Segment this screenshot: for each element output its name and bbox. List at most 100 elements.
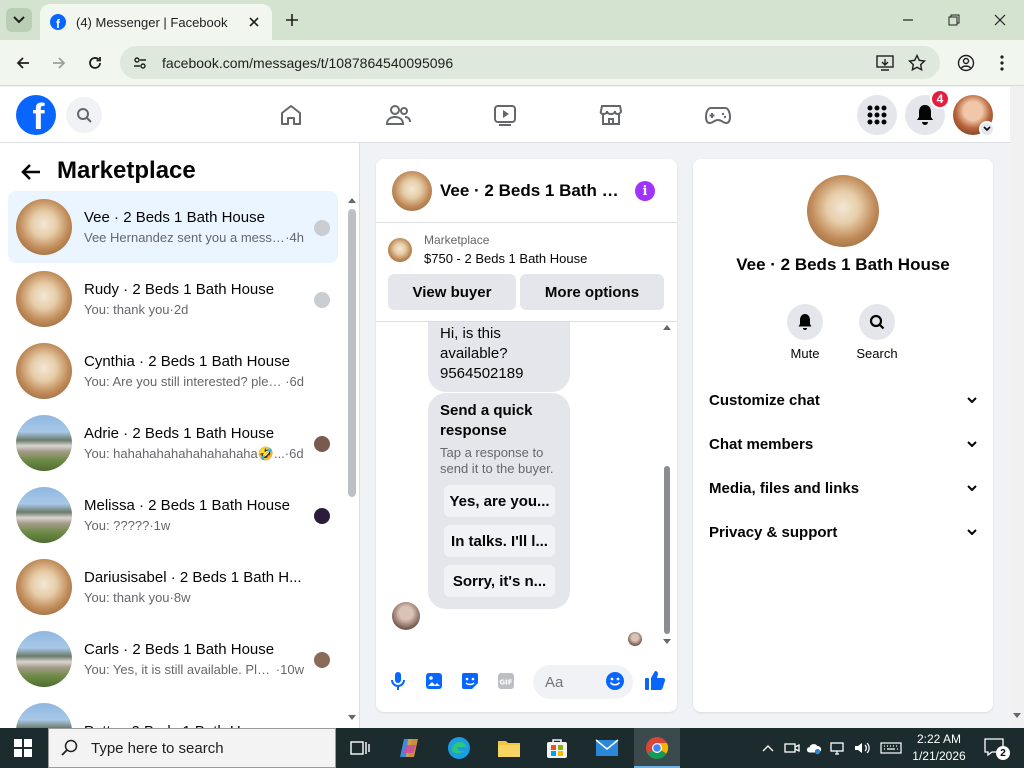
- media-files-links-section[interactable]: Media, files and links: [709, 466, 977, 510]
- site-settings-icon[interactable]: [132, 55, 148, 71]
- more-options-button[interactable]: More options: [520, 274, 664, 310]
- restore-icon: [948, 14, 960, 26]
- taskbar-search-box[interactable]: Type here to search: [48, 728, 336, 768]
- chat-members-section[interactable]: Chat members: [709, 422, 977, 466]
- tab-list-button[interactable]: [6, 8, 32, 32]
- like-button[interactable]: [643, 669, 667, 691]
- conversation-item[interactable]: Vee · 2 Beds 1 Bath House Vee Hernandez s…: [8, 191, 338, 263]
- scroll-up-arrow-icon[interactable]: [662, 322, 672, 332]
- page-scrollbar[interactable]: [1010, 87, 1024, 728]
- quick-reply-button[interactable]: In talks. I'll l...: [444, 525, 555, 557]
- profile-button[interactable]: [955, 52, 977, 74]
- volume-tray[interactable]: [854, 740, 870, 756]
- folder-icon: [498, 741, 520, 757]
- restore-button[interactable]: [944, 10, 964, 30]
- seen-avatar: [314, 652, 330, 668]
- conversation-item[interactable]: Cynthia · 2 Beds 1 Bath House You: Are yo…: [8, 335, 338, 407]
- facebook-logo-icon[interactable]: f: [16, 95, 56, 135]
- preview-text: You: Are you still interested? please...: [84, 374, 286, 389]
- emoji-button[interactable]: [605, 671, 625, 691]
- onedrive-tray[interactable]: [806, 740, 822, 756]
- privacy-support-section[interactable]: Privacy & support: [709, 510, 977, 554]
- conversation-list-scrollbar[interactable]: [348, 209, 356, 497]
- address-bar[interactable]: facebook.com/messages/t/1087864540095096: [120, 46, 940, 79]
- system-clock[interactable]: 2:22 AM 1/21/2026: [900, 731, 978, 765]
- listing-photo[interactable]: [807, 175, 879, 247]
- keyboard-tray[interactable]: [880, 740, 902, 756]
- action-center-button[interactable]: 2: [984, 738, 1010, 760]
- home-nav-button[interactable]: [277, 101, 305, 129]
- scroll-down-arrow-icon[interactable]: [662, 637, 672, 647]
- back-button[interactable]: [12, 52, 34, 74]
- arrow-left-icon: [16, 57, 29, 69]
- account-avatar[interactable]: [953, 95, 995, 137]
- quick-reply-button[interactable]: Yes, are you...: [444, 485, 555, 517]
- new-tab-button[interactable]: [282, 10, 302, 30]
- install-app-icon[interactable]: [876, 54, 894, 72]
- friends-nav-button[interactable]: [384, 101, 412, 129]
- voice-clip-button[interactable]: [388, 671, 408, 691]
- reload-button[interactable]: [84, 52, 106, 74]
- chat-header[interactable]: Vee · 2 Beds 1 Bath H...: [376, 159, 677, 223]
- panel-title: Marketplace: [57, 157, 196, 184]
- arrow-right-icon: [53, 57, 66, 69]
- info-icon[interactable]: i: [635, 181, 655, 201]
- task-view-button[interactable]: [346, 734, 374, 762]
- conversation-item[interactable]: Adrie · 2 Beds 1 Bath House You: hahahaha…: [8, 407, 338, 479]
- listing-info[interactable]: Marketplace $750 - 2 Beds 1 Bath House: [388, 233, 587, 266]
- facebook-search-button[interactable]: [66, 97, 102, 133]
- bookmark-star-icon[interactable]: [908, 54, 926, 72]
- copilot-app[interactable]: [396, 734, 424, 762]
- meet-now-tray[interactable]: [784, 740, 800, 756]
- mute-button[interactable]: Mute: [770, 304, 840, 361]
- forward-button[interactable]: [48, 52, 70, 74]
- conversation-item[interactable]: Carls · 2 Beds 1 Bath House You: Yes, it …: [8, 623, 338, 695]
- chat-name: Vee · 2 Beds 1 Bath House: [736, 255, 950, 274]
- search-in-chat-button[interactable]: Search: [842, 304, 912, 361]
- conversation-name: Vee · 2 Beds 1 Bath House: [84, 209, 265, 226]
- conversation-item[interactable]: Dariusisabel · 2 Beds 1 Bath H... You: th…: [8, 551, 338, 623]
- clock-date: 1/21/2026: [912, 749, 966, 763]
- chrome-app-active[interactable]: [634, 728, 680, 768]
- sticker-button[interactable]: [460, 671, 480, 691]
- show-hidden-icons-button[interactable]: [760, 740, 776, 756]
- start-button[interactable]: [14, 739, 32, 757]
- conversation-item[interactable]: Melissa · 2 Beds 1 Bath House You: ????? …: [8, 479, 338, 551]
- browser-menu-button[interactable]: [991, 52, 1013, 74]
- gaming-nav-button[interactable]: [704, 101, 732, 129]
- marketplace-nav-button[interactable]: [597, 101, 625, 129]
- microsoft-store-app[interactable]: [543, 734, 571, 762]
- preview-time: 10w: [280, 662, 304, 677]
- message-thread[interactable]: Hi, is this available? 9564502189 Send a…: [376, 322, 677, 647]
- emoji-icon: [606, 672, 624, 690]
- view-buyer-button[interactable]: View buyer: [388, 274, 516, 310]
- network-icon: [830, 742, 844, 755]
- scroll-up-arrow-icon[interactable]: [347, 196, 357, 204]
- scroll-down-arrow-icon[interactable]: [347, 714, 357, 722]
- preview-time: 6d: [289, 445, 304, 461]
- network-tray[interactable]: [830, 740, 846, 756]
- video-nav-button[interactable]: [491, 101, 519, 129]
- incoming-message-bubble[interactable]: Hi, is this available? 9564502189: [428, 322, 570, 392]
- preview-text: You: thank you: [84, 590, 170, 605]
- svg-text:GIF: GIF: [499, 679, 512, 687]
- conversation-item[interactable]: Rudy · 2 Beds 1 Bath House You: thank you…: [8, 263, 338, 335]
- quick-reply-button[interactable]: Sorry, it's n...: [444, 565, 555, 597]
- tab-close-button[interactable]: [246, 14, 262, 30]
- sender-avatar[interactable]: [392, 602, 420, 630]
- window-close-button[interactable]: [990, 10, 1010, 30]
- edge-app[interactable]: [445, 734, 473, 762]
- file-explorer-app[interactable]: [495, 734, 523, 762]
- menu-button[interactable]: [857, 95, 897, 135]
- message-thread-scrollbar[interactable]: [664, 466, 670, 634]
- scroll-down-arrow-icon[interactable]: [1013, 713, 1021, 719]
- browser-tab[interactable]: f (4) Messenger | Facebook: [40, 4, 272, 40]
- attach-photo-button[interactable]: [424, 671, 444, 691]
- gif-button[interactable]: GIF: [496, 671, 516, 691]
- minimize-button[interactable]: [898, 10, 918, 30]
- conversation-item[interactable]: Patty · 2 Beds 1 Bath House: [8, 695, 338, 728]
- customize-chat-section[interactable]: Customize chat: [709, 378, 977, 422]
- back-button[interactable]: [20, 161, 42, 183]
- mail-app[interactable]: [593, 734, 621, 762]
- profile-icon: [957, 54, 975, 72]
